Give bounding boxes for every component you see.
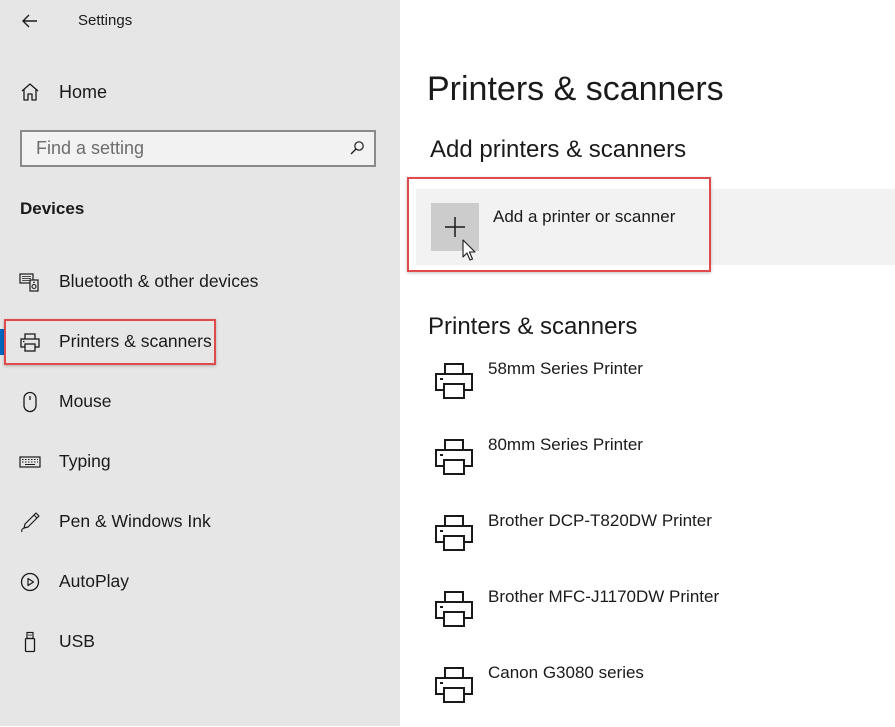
printer-list-item[interactable]: 58mm Series Printer — [428, 359, 888, 423]
printers-section-title: Printers & scanners — [428, 313, 638, 340]
home-label: Home — [59, 82, 108, 102]
printer-name: Brother MFC-J1170DW Printer — [488, 587, 720, 606]
keyboard-icon — [19, 456, 41, 468]
sidebar-item-label: Typing — [59, 451, 111, 471]
search-input[interactable] — [36, 132, 336, 165]
pen-icon — [21, 512, 40, 533]
printer-list-item[interactable]: 80mm Series Printer — [428, 435, 888, 499]
printer-icon — [435, 667, 473, 703]
printer-name: 80mm Series Printer — [488, 435, 643, 454]
printer-icon — [435, 439, 473, 475]
autoplay-icon — [20, 572, 40, 592]
add-section-title: Add printers & scanners — [430, 136, 687, 163]
sidebar-item-pen[interactable]: Pen & Windows Ink — [0, 500, 400, 544]
highlight-box-printers-nav — [4, 319, 216, 365]
printer-list-item[interactable]: Canon G3080 series — [428, 663, 888, 727]
back-arrow-icon — [22, 14, 37, 28]
page-title: Printers & scanners — [427, 70, 724, 108]
printer-name: Canon G3080 series — [488, 663, 644, 682]
highlight-box-add-printer — [407, 177, 711, 272]
main-content: Printers & scanners Add printers & scann… — [400, 0, 895, 726]
printer-name: Brother DCP-T820DW Printer — [488, 511, 712, 530]
bluetooth-devices-icon — [19, 273, 39, 292]
printer-icon — [435, 515, 473, 551]
printer-list-item[interactable]: Brother MFC-J1170DW Printer — [428, 587, 888, 651]
usb-icon — [24, 631, 36, 653]
sidebar-item-label: Mouse — [59, 391, 112, 411]
home-icon — [21, 83, 39, 101]
sidebar-item-mouse[interactable]: Mouse — [0, 380, 400, 424]
sidebar-item-label: USB — [59, 631, 95, 651]
sidebar-item-label: AutoPlay — [59, 571, 130, 591]
app-title: Settings — [78, 12, 133, 29]
printer-name: 58mm Series Printer — [488, 359, 643, 378]
sidebar-item-label: Bluetooth & other devices — [59, 271, 259, 291]
mouse-icon — [23, 391, 37, 413]
group-title: Devices — [20, 199, 85, 218]
sidebar-item-bluetooth[interactable]: Bluetooth & other devices — [0, 260, 400, 304]
sidebar-item-autoplay[interactable]: AutoPlay — [0, 560, 400, 604]
sidebar-item-label: Pen & Windows Ink — [59, 511, 211, 531]
search-box[interactable] — [20, 130, 376, 167]
sidebar-item-typing[interactable]: Typing — [0, 440, 400, 484]
printer-icon — [435, 363, 473, 399]
search-icon[interactable] — [349, 140, 365, 156]
back-button[interactable] — [18, 9, 42, 33]
printer-icon — [435, 591, 473, 627]
sidebar-item-usb[interactable]: USB — [0, 620, 400, 664]
printer-list-item[interactable]: Brother DCP-T820DW Printer — [428, 511, 888, 575]
